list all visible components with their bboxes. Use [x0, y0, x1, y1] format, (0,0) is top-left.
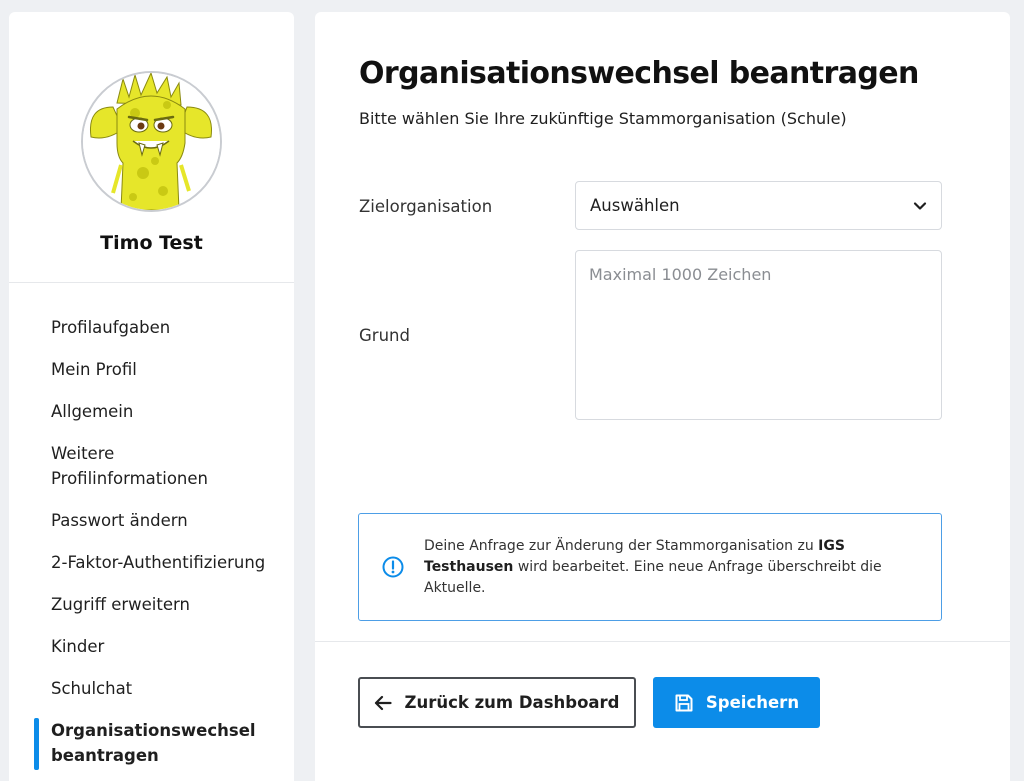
sidebar-item-schulchat[interactable]: Schulchat	[9, 676, 294, 701]
profile-card: Timo Test	[9, 12, 294, 283]
sidebar-item-label: Zugriff erweitern	[51, 595, 190, 614]
monster-avatar-icon	[83, 73, 220, 210]
sidebar-item-label: Kinder	[51, 637, 105, 656]
info-circle-icon	[382, 556, 404, 578]
sidebar-item-weitere-profilinformationen[interactable]: Weitere Profilinformationen	[9, 441, 294, 491]
page-subtitle: Bitte wählen Sie Ihre zukünftige Stammor…	[359, 109, 847, 128]
sidebar: Timo Test Profilaufgaben Mein Profil All…	[9, 12, 294, 781]
info-alert: Deine Anfrage zur Änderung der Stammorga…	[358, 513, 942, 621]
save-button[interactable]: Speichern	[653, 677, 820, 728]
sidebar-item-label: Weitere Profilinformationen	[51, 444, 208, 488]
sidebar-item-label: Schulchat	[51, 679, 133, 698]
footer-divider	[315, 641, 1010, 642]
floppy-disk-icon	[675, 694, 693, 711]
sidebar-item-zugriff-erweitern[interactable]: Zugriff erweitern	[9, 592, 294, 617]
sidebar-item-label: Passwort ändern	[51, 511, 188, 530]
reason-textarea[interactable]	[575, 250, 942, 420]
sidebar-item-label: Allgemein	[51, 402, 134, 421]
sidebar-item-label: Organisationswechsel beantragen	[51, 721, 256, 765]
sidebar-item-allgemein[interactable]: Allgemein	[9, 399, 294, 424]
info-alert-text: Deine Anfrage zur Änderung der Stammorga…	[424, 536, 921, 599]
main-panel: Organisationswechsel beantragen Bitte wä…	[315, 12, 1010, 781]
sidebar-item-kinder[interactable]: Kinder	[9, 634, 294, 659]
sidebar-item-passwort-aendern[interactable]: Passwort ändern	[9, 508, 294, 533]
sidebar-nav: Profilaufgaben Mein Profil Allgemein Wei…	[9, 315, 294, 770]
sidebar-item-profilaufgaben[interactable]: Profilaufgaben	[9, 315, 294, 340]
save-button-label: Speichern	[705, 693, 800, 712]
reason-label: Grund	[359, 326, 410, 345]
back-button-label: Zurück zum Dashboard	[404, 693, 620, 712]
sidebar-item-label: 2-Faktor-Authentifizierung	[51, 553, 266, 572]
info-text-before: Deine Anfrage zur Änderung der Stammorga…	[424, 537, 819, 554]
profile-name: Timo Test	[100, 232, 203, 254]
target-org-select-value: Auswählen	[590, 196, 680, 215]
target-org-label: Zielorganisation	[359, 197, 493, 216]
page-title: Organisationswechsel beantragen	[359, 56, 919, 91]
sidebar-item-organisationswechsel[interactable]: Organisationswechsel beantragen	[9, 718, 294, 770]
sidebar-item-2fa[interactable]: 2-Faktor-Authentifizierung	[9, 550, 294, 575]
arrow-left-icon	[375, 695, 393, 710]
avatar	[81, 71, 222, 212]
back-to-dashboard-button[interactable]: Zurück zum Dashboard	[358, 677, 636, 728]
sidebar-item-label: Mein Profil	[51, 360, 137, 379]
target-org-select[interactable]: Auswählen	[575, 181, 942, 230]
sidebar-item-mein-profil[interactable]: Mein Profil	[9, 357, 294, 382]
sidebar-item-label: Profilaufgaben	[51, 318, 171, 337]
chevron-down-icon	[913, 201, 927, 210]
